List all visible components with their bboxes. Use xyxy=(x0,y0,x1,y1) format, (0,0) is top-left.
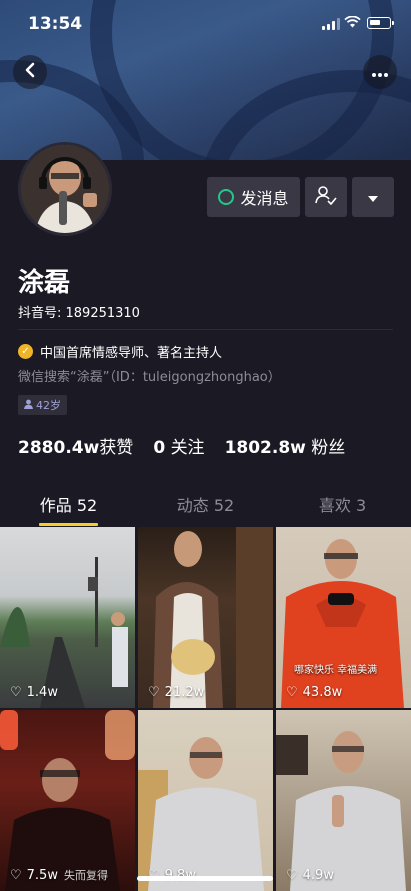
followers-stat[interactable]: 1802.8w 粉丝 xyxy=(225,433,346,458)
caret-down-icon xyxy=(367,188,379,207)
bio-text: 微信搜索“涂磊”（ID：tuleigongzhonghao） xyxy=(18,370,281,385)
status-bar: 13:54 xyxy=(0,0,411,48)
age-badge: 42岁 xyxy=(18,395,67,415)
content-tabs: 作品 52 动态 52 喜欢 3 xyxy=(0,492,411,526)
like-count: ♡ 21.2w xyxy=(148,685,204,700)
video-preview xyxy=(0,710,135,891)
status-time: 13:54 xyxy=(28,14,83,34)
like-count-value: 43.8w xyxy=(302,685,343,700)
video-thumbnail[interactable]: ♡9.8w xyxy=(138,710,273,891)
video-preview xyxy=(138,737,264,891)
back-button[interactable] xyxy=(13,55,47,89)
video-caption: 失而复得 xyxy=(63,869,108,882)
video-preview xyxy=(281,539,404,708)
following-label: 关注 xyxy=(170,438,205,458)
wifi-icon xyxy=(344,15,361,32)
video-thumbnail[interactable]: ♡ 4.9w xyxy=(276,710,411,891)
following-value: 0 xyxy=(153,438,166,458)
likes-stat[interactable]: 2880.4w获赞 xyxy=(18,433,133,458)
signal-icon xyxy=(322,18,340,30)
like-count: ♡ 7.5w 失而复得 xyxy=(10,867,108,883)
tab-likes[interactable]: 喜欢 3 xyxy=(274,492,411,526)
back-arrow-icon xyxy=(23,62,37,82)
video-thumbnail[interactable]: ♡ 1.4w xyxy=(0,527,135,708)
video-grid: ♡ 1.4w ♡ 21.2w 哪家快乐 幸福美满 ♡ 43.8w ♡ 7.5w … xyxy=(0,527,411,891)
likes-label: 获赞 xyxy=(99,438,134,458)
stats-row: 2880.4w获赞 0 关注 1802.8w 粉丝 xyxy=(18,433,345,458)
following-stat[interactable]: 0 关注 xyxy=(153,433,204,458)
video-preview xyxy=(153,527,273,708)
video-preview xyxy=(0,557,128,708)
send-message-button[interactable]: 发消息 xyxy=(207,177,300,217)
send-message-label: 发消息 xyxy=(240,189,289,208)
like-count-value: 21.2w xyxy=(164,685,205,700)
divider xyxy=(18,329,393,330)
avatar[interactable] xyxy=(18,142,112,236)
person-icon xyxy=(24,399,33,412)
video-thumbnail[interactable]: ♡ 7.5w 失而复得 xyxy=(0,710,135,891)
followers-label: 粉丝 xyxy=(311,438,346,458)
video-preview xyxy=(276,731,406,891)
active-tab-indicator xyxy=(39,523,98,526)
profile-name: 涂磊 xyxy=(18,268,71,298)
heart-icon: ♡ xyxy=(10,867,22,883)
like-count: ♡ 4.9w xyxy=(286,868,334,883)
verification-row: ✓ 中国首席情感导师、著名主持人 xyxy=(18,342,222,361)
heart-icon: ♡ xyxy=(286,868,298,883)
like-count-value: 1.4w xyxy=(26,685,58,700)
followed-user-button[interactable] xyxy=(305,177,347,217)
tab-works[interactable]: 作品 52 xyxy=(0,492,137,526)
video-thumbnail[interactable]: 哪家快乐 幸福美满 ♡ 43.8w xyxy=(276,527,411,708)
like-count: ♡ 1.4w xyxy=(10,685,58,700)
more-options-button[interactable] xyxy=(363,55,397,89)
heart-icon: ♡ xyxy=(148,685,160,700)
more-actions-dropdown[interactable] xyxy=(352,177,394,217)
verification-text: 中国首席情感导师、著名主持人 xyxy=(40,346,223,361)
tab-moments[interactable]: 动态 52 xyxy=(137,492,274,526)
more-dots-icon xyxy=(371,63,389,82)
battery-icon xyxy=(367,17,394,29)
douyin-id[interactable]: 抖音号: 189251310 xyxy=(18,302,140,321)
heart-icon: ♡ xyxy=(286,685,298,700)
heart-icon: ♡ xyxy=(10,685,22,700)
home-indicator[interactable] xyxy=(137,876,273,881)
user-check-icon xyxy=(315,185,337,209)
like-count: ♡ 43.8w xyxy=(286,685,342,700)
avatar-image xyxy=(21,145,109,233)
age-label: 42岁 xyxy=(36,399,61,412)
message-bubble-icon xyxy=(218,189,235,205)
like-count-value: 7.5w xyxy=(26,867,58,883)
followers-value: 1802.8w xyxy=(224,438,306,458)
video-thumbnail[interactable]: ♡ 21.2w xyxy=(138,527,273,708)
likes-value: 2880.4w xyxy=(18,438,100,458)
video-overlay-text: 哪家快乐 幸福美满 xyxy=(294,665,378,676)
verified-badge-icon: ✓ xyxy=(18,344,33,359)
like-count-value: 4.9w xyxy=(302,868,334,883)
